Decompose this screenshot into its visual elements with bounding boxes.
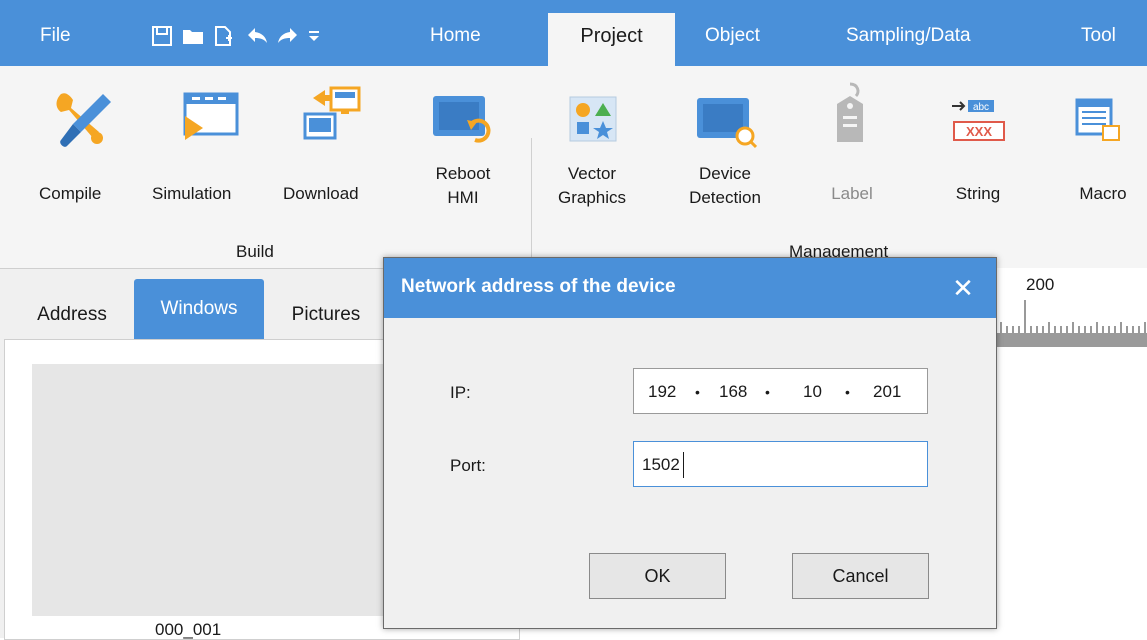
menu-file[interactable]: File [40,24,71,48]
device-label-line1: Device [699,164,751,183]
menu-tool[interactable]: Tool [1081,24,1116,48]
port-value: 1502 [642,455,680,474]
ruler-ticks [1000,300,1146,334]
ip-separator: • [695,384,700,400]
simulation-label: Simulation [152,184,232,203]
menu-sampling-data[interactable]: Sampling/Data [846,24,971,48]
undo-icon[interactable] [245,24,269,48]
tab-address[interactable]: Address [12,291,132,339]
customize-dropdown-icon[interactable] [302,24,326,48]
download-icon [303,86,361,140]
string-label: String [955,184,1001,203]
macro-label: Macro [1079,184,1127,203]
simulation-icon [183,92,239,140]
reboot-label-line1: Reboot [435,164,491,183]
svg-text:abc: abc [973,102,989,113]
label-label: Label [831,184,873,203]
ribbon: Compile Simulation Download Reboot HMI B… [0,66,1147,334]
ip-octet-3[interactable]: 10 [803,381,822,403]
ip-octet-2[interactable]: 168 [719,381,747,403]
ip-address-field[interactable]: 192 • 168 • 10 • 201 [633,368,928,414]
port-input[interactable]: 1502 [633,441,928,487]
network-address-dialog: Network address of the device ✕ IP: 192 … [383,257,997,629]
menu-bar: File Home Project Object Sampling/Data T… [0,0,1147,66]
ip-octet-4[interactable]: 201 [873,381,901,403]
ruler-edge [995,333,1147,347]
menu-home[interactable]: Home [430,24,481,48]
window-thumbnail[interactable] [32,364,392,616]
menu-project-tab[interactable]: Project [548,13,675,66]
dialog-title: Network address of the device [401,276,676,297]
download-label: Download [283,184,359,203]
compile-label: Compile [39,184,102,203]
text-caret [683,452,684,478]
string-icon: abc XXX [952,100,1005,141]
port-label: Port: [450,456,486,475]
close-icon[interactable]: ✕ [946,271,980,305]
vector-graphics-icon [569,96,617,142]
menu-project-label: Project [580,25,643,47]
reboot-icon [433,96,491,143]
cancel-button[interactable]: Cancel [792,553,929,599]
window-thumbnail-label: 000_001 [155,620,222,639]
label-tag-icon [837,82,863,142]
vector-label-line2: Graphics [557,188,627,207]
ip-separator: • [845,384,850,400]
redo-icon[interactable] [276,24,300,48]
macro-icon [1075,98,1120,141]
ruler-tick-label: 200 [1026,275,1055,294]
vector-label-line1: Vector [567,164,617,183]
tab-pictures[interactable]: Pictures [266,291,386,339]
ip-separator: • [765,384,770,400]
build-group-label: Build [236,242,274,261]
reboot-label-line2: HMI [447,188,479,207]
device-label-line2: Detection [689,188,761,207]
compile-icon [56,93,111,147]
svg-text:XXX: XXX [966,124,992,139]
dialog-title-bar[interactable]: Network address of the device ✕ [384,258,996,318]
menu-object[interactable]: Object [705,24,760,48]
ip-label: IP: [450,383,471,402]
save-icon[interactable] [150,24,174,48]
device-detection-icon [697,98,757,149]
ip-octet-1[interactable]: 192 [648,381,676,403]
tab-windows[interactable]: Windows [134,279,264,339]
new-file-icon[interactable] [211,24,235,48]
open-folder-icon[interactable] [181,24,205,48]
ok-button[interactable]: OK [589,553,726,599]
